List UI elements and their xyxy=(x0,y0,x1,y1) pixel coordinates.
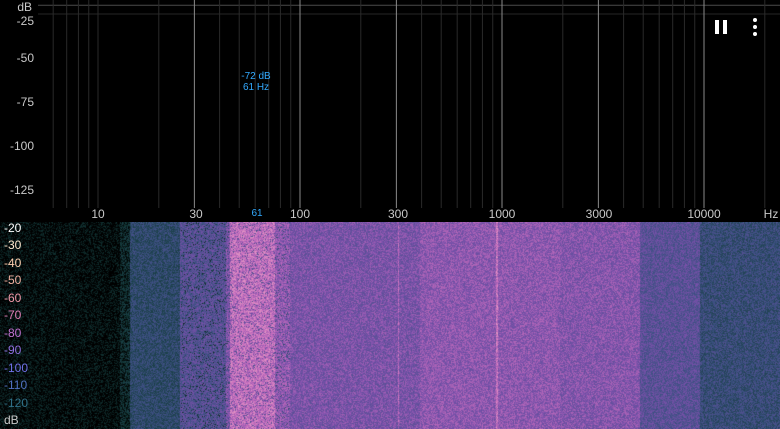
legend-label: -110 xyxy=(4,378,28,392)
spectrogram-canvas xyxy=(0,222,780,429)
legend-label: -30 xyxy=(4,238,22,252)
x-tick: 100 xyxy=(289,207,311,221)
x-tick: 30 xyxy=(189,207,203,221)
x-tick: 300 xyxy=(387,207,409,221)
legend-label: -40 xyxy=(4,256,22,270)
y-tick: -25 xyxy=(16,14,34,28)
legend-label: -90 xyxy=(4,343,22,357)
legend-label: -120 xyxy=(4,396,29,410)
legend-label: -100 xyxy=(4,361,29,375)
more-vertical-icon xyxy=(753,18,757,36)
legend-label: -20 xyxy=(4,222,22,235)
y-tick: -75 xyxy=(16,95,34,109)
x-tick: 1000 xyxy=(488,207,516,221)
legend-label: -70 xyxy=(4,308,22,322)
x-tick: 10 xyxy=(91,207,105,221)
pause-icon xyxy=(715,20,727,34)
peak-hz: 61 Hz xyxy=(242,82,270,93)
spectrogram-legend: -20 -30 -40 -50 -60 -70 -80 -90 -100 -11… xyxy=(0,222,40,429)
y-tick: -100 xyxy=(9,139,34,153)
y-tick: -50 xyxy=(16,51,34,65)
legend-label: -50 xyxy=(4,273,22,287)
peak-db: -72 dB xyxy=(241,71,271,82)
peak-label: -72 dB 61 Hz xyxy=(236,71,276,93)
spectrum-canvas xyxy=(38,0,780,208)
peak-marker: 61 xyxy=(251,208,263,219)
legend-label: -60 xyxy=(4,291,22,305)
y-tick: -125 xyxy=(9,183,34,197)
x-axis-unit: Hz xyxy=(763,207,779,221)
legend-label: -80 xyxy=(4,326,22,340)
x-tick: 3000 xyxy=(585,207,613,221)
y-axis-unit: dB xyxy=(17,0,32,14)
spectrum-analyzer-app: dB -25 -50 -75 -100 -125 10 30 100 300 1… xyxy=(0,0,780,429)
spectrogram: -20 -30 -40 -50 -60 -70 -80 -90 -100 -11… xyxy=(0,222,780,429)
pause-button[interactable] xyxy=(709,15,733,39)
legend-unit: dB xyxy=(4,413,19,427)
more-options-button[interactable] xyxy=(743,15,767,39)
spectrum-plot: dB -25 -50 -75 -100 -125 10 30 100 300 1… xyxy=(0,0,780,222)
x-tick: 10000 xyxy=(687,207,721,221)
